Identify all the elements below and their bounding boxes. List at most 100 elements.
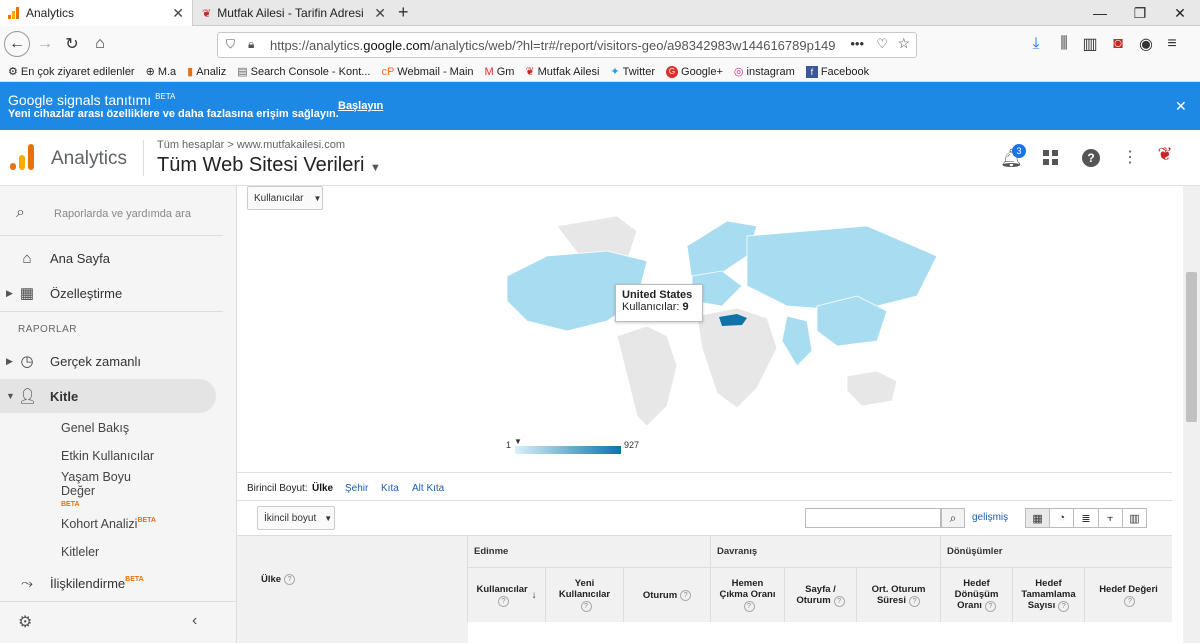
banner-close-icon[interactable]: ✕	[1175, 98, 1187, 115]
col-users[interactable]: Kullanıcılar? ↓	[468, 568, 546, 622]
sidebar-sub-overview[interactable]: Genel Bakış	[61, 421, 129, 435]
sidebar-item-customize[interactable]: ▶ ▦ Özelleştirme	[0, 276, 216, 310]
india-region	[781, 315, 813, 367]
collapse-sidebar-icon[interactable]: ‹	[192, 612, 197, 630]
world-map[interactable]	[497, 206, 957, 436]
primary-dim-city[interactable]: Şehir	[345, 483, 368, 494]
restore-icon[interactable]: ❐	[1120, 0, 1160, 26]
comparison-view-icon[interactable]: ⫟	[1099, 509, 1123, 527]
instagram-icon: ◎	[733, 66, 744, 78]
property-selector[interactable]: Tüm Web Sitesi Verileri ▼	[157, 154, 381, 177]
bar-view-icon[interactable]: ≣	[1074, 509, 1099, 527]
new-tab-icon[interactable]: +	[398, 2, 409, 23]
bookmark-facebook[interactable]: f Facebook	[805, 65, 869, 78]
caret-right-icon: ▶	[6, 355, 13, 366]
back-icon[interactable]: ←	[4, 31, 30, 57]
close-tab-icon[interactable]: ✕	[374, 5, 386, 22]
sidebar-icon[interactable]: ▥	[1078, 32, 1102, 56]
help-icon[interactable]: ?	[1082, 149, 1100, 167]
bookmark-webmail[interactable]: cP Webmail - Main	[381, 66, 473, 78]
pocket-save-icon[interactable]: ♡	[876, 36, 888, 52]
bookmark-most-visited[interactable]: ⚙ En çok ziyaret edilenler	[8, 65, 135, 79]
bookmark-twitter[interactable]: ✦ Twitter	[610, 65, 655, 79]
search-input[interactable]: Raporlarda ve yardımda ara	[54, 208, 191, 220]
sidebar-sub-cohort[interactable]: Kohort AnaliziBETA	[61, 517, 156, 531]
col-goal-value[interactable]: Hedef Değeri?	[1085, 568, 1172, 622]
col-pages-session[interactable]: Sayfa / Oturum?	[785, 568, 857, 622]
url-bar[interactable]: ⛉ 🔒︎ https://analytics. google.com/analyt…	[217, 32, 917, 58]
account-icon[interactable]: ◉	[1134, 32, 1158, 56]
sidebar-search[interactable]: ⌕ Raporlarda ve yardımda ara	[0, 192, 223, 236]
sidebar-item-audience[interactable]: ▼ 👤︎ Kitle	[0, 379, 216, 413]
col-new-users[interactable]: Yeni Kullanıcılar?	[546, 568, 624, 622]
pivot-view-icon[interactable]: ▥	[1123, 509, 1146, 527]
banner-start-link[interactable]: Başlayın	[338, 100, 383, 112]
pocket-icon[interactable]: ◙	[1106, 32, 1130, 56]
bookmark-mutfak[interactable]: ❦ Mutfak Ailesi	[525, 65, 599, 79]
primary-dim-label: Birincil Boyut:	[247, 483, 308, 494]
col-goal-conv-rate[interactable]: Hedef Dönüşüm Oranı?	[941, 568, 1013, 622]
breadcrumb[interactable]: Tüm hesaplar > www.mutfakailesi.com	[157, 139, 345, 151]
bookmark-googleplus[interactable]: G Google+	[666, 65, 723, 78]
bookmark-instagram[interactable]: ◎ instagram	[733, 65, 795, 79]
col-bounce-rate[interactable]: Hemen Çıkma Oranı?	[711, 568, 785, 622]
dim-divider	[237, 500, 1172, 501]
url-prefix: https://analytics.	[270, 37, 364, 53]
banner-title: Google signals tanıtımı BETA	[8, 92, 176, 108]
col-avg-session[interactable]: Ort. Oturum Süresi?	[857, 568, 941, 622]
analytics-icon: ▮	[187, 66, 194, 78]
bookmark-search-console[interactable]: ▤ Search Console - Kont...	[237, 65, 370, 79]
bookmark-star-icon[interactable]: ☆	[897, 35, 910, 52]
sidebar-sub-lifetime-value[interactable]: Yaşam Boyu Değer BETA	[61, 470, 131, 512]
home-icon[interactable]: ⌂	[88, 32, 112, 56]
table-search-input[interactable]	[805, 508, 941, 528]
home-icon: ⌂	[22, 249, 32, 267]
primary-dim-continent[interactable]: Kıta	[381, 483, 399, 494]
bookmark-analiz[interactable]: ▮ Analiz	[187, 65, 226, 79]
tooltip-country: United States	[622, 289, 693, 301]
account-avatar-icon[interactable]: ❦	[1150, 144, 1180, 172]
metric-dropdown[interactable]: Kullanıcılar ▼	[247, 186, 323, 210]
secondary-dim-dropdown[interactable]: İkincil boyut ▼	[257, 506, 335, 530]
menu-icon[interactable]: ≡	[1160, 32, 1184, 56]
settings-gear-icon[interactable]: ⚙	[18, 612, 32, 632]
minimize-icon[interactable]: —	[1080, 0, 1120, 26]
sidebar-item-realtime[interactable]: ▶ ◷ Gerçek zamanlı	[0, 344, 216, 378]
scrollbar-thumb[interactable]	[1186, 272, 1197, 422]
table-view-icon[interactable]: ▦	[1026, 509, 1051, 527]
col-country[interactable]: Ülke?	[237, 536, 468, 622]
bookmark-ma[interactable]: ⊕ M.a	[146, 65, 177, 79]
sidebar-sub-active-users[interactable]: Etkin Kullanıcılar	[61, 449, 154, 463]
page-scrollbar[interactable]	[1183, 186, 1200, 643]
library-icon[interactable]: ⫼	[1052, 32, 1076, 56]
analytics-favicon-icon	[8, 7, 20, 19]
sidebar-sub-audiences[interactable]: Kitleler	[61, 545, 99, 559]
bookmark-gmail[interactable]: M Gm	[485, 66, 515, 78]
primary-dim-country[interactable]: Ülke	[312, 483, 333, 494]
search-icon: ⌕	[16, 204, 25, 221]
close-window-icon[interactable]: ✕	[1160, 0, 1200, 26]
person-icon: 👤︎	[18, 388, 38, 405]
tab-analytics[interactable]: Analytics ✕	[0, 0, 193, 26]
sidebar-item-attribution[interactable]: ⤳ İlişkilendirmeBETA	[0, 566, 216, 600]
reload-icon[interactable]: ↻	[60, 32, 84, 56]
tab-mutfak-ailesi[interactable]: ❦ Mutfak Ailesi - Tarifin Adresi - N ✕	[194, 0, 394, 26]
pie-view-icon[interactable]: ◔	[1050, 509, 1075, 527]
legend-max: 927	[624, 440, 640, 450]
help-icon: ?	[284, 573, 296, 585]
col-goal-completions[interactable]: Hedef Tamamlama Sayısı?	[1013, 568, 1085, 622]
page-actions-icon[interactable]: •••	[844, 36, 864, 51]
primary-dim-subcontinent[interactable]: Alt Kıta	[412, 483, 444, 494]
more-vert-icon[interactable]: ⋮	[1122, 147, 1138, 167]
sidebar-divider	[0, 311, 223, 312]
apps-grid-icon[interactable]	[1043, 150, 1059, 166]
advanced-filter-link[interactable]: gelişmiş	[972, 512, 1008, 523]
col-sessions[interactable]: Oturum?	[624, 568, 711, 622]
search-icon[interactable]: ⌕	[941, 508, 965, 528]
close-tab-icon[interactable]: ✕	[172, 5, 184, 22]
gmail-icon: M	[484, 65, 494, 78]
sidebar-item-home[interactable]: ⌂ Ana Sayfa	[0, 241, 216, 275]
twitter-icon: ✦	[610, 66, 620, 78]
forward-icon[interactable]: →	[33, 32, 57, 56]
download-icon[interactable]: ⤓	[1024, 32, 1048, 56]
